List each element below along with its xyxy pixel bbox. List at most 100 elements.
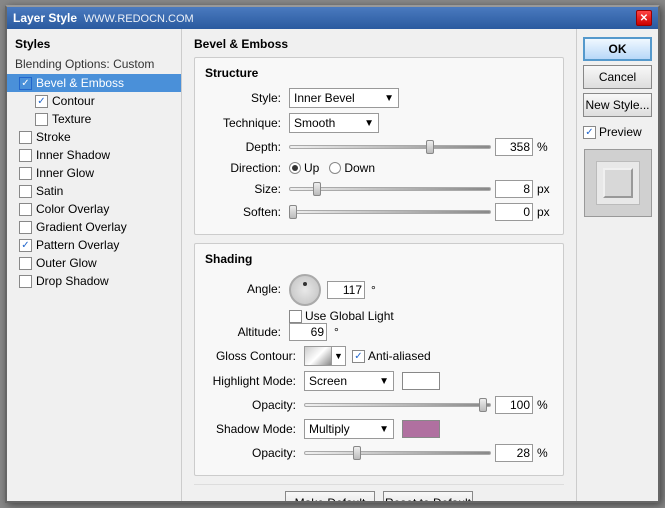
highlight-opacity-slider-container: % [304,396,553,414]
sidebar-item-contour[interactable]: ✓ Contour [7,92,181,110]
highlight-opacity-slider[interactable] [304,397,491,413]
highlight-opacity-thumb[interactable] [479,398,487,412]
soften-input[interactable] [495,203,533,221]
depth-row: Depth: % [205,138,553,156]
sidebar-item-satin[interactable]: Satin [7,182,181,200]
shadow-opacity-thumb[interactable] [353,446,361,460]
soften-row: Soften: px [205,203,553,221]
angle-row: Angle: ° Use Global Light [205,274,553,323]
style-row: Style: Inner Bevel ▼ [205,88,553,108]
sidebar-item-color-overlay[interactable]: Color Overlay [7,200,181,218]
shadow-opacity-label: Opacity: [205,446,300,460]
angle-wheel[interactable] [289,274,321,306]
bevel-emboss-checkbox[interactable]: ✓ [19,77,32,90]
outer-glow-checkbox[interactable] [19,257,32,270]
size-slider[interactable] [289,181,491,197]
shadow-opacity-track [304,451,491,455]
style-dropdown-arrow: ▼ [378,93,394,104]
technique-row: Technique: Smooth ▼ [205,113,553,133]
sidebar-item-gradient-overlay[interactable]: Gradient Overlay [7,218,181,236]
use-global-light-checkbox[interactable] [289,310,302,323]
altitude-unit: ° [334,325,339,339]
preview-inner [596,161,640,205]
stroke-checkbox[interactable] [19,131,32,144]
close-button[interactable]: ✕ [636,10,652,26]
depth-slider-thumb[interactable] [426,140,434,154]
shadow-opacity-row: Opacity: % [205,444,553,462]
sidebar-item-bevel-emboss[interactable]: ✓ Bevel & Emboss [7,74,181,92]
size-label: Size: [205,182,285,196]
gloss-contour-dropdown-arrow[interactable]: ▼ [332,346,346,366]
highlight-mode-row: Highlight Mode: Screen ▼ [205,371,553,391]
direction-down-radio[interactable] [329,162,341,174]
direction-up-radio[interactable] [289,162,301,174]
sidebar-item-outer-glow[interactable]: Outer Glow [7,254,181,272]
drop-shadow-checkbox[interactable] [19,275,32,288]
gradient-overlay-checkbox[interactable] [19,221,32,234]
contour-checkbox[interactable]: ✓ [35,95,48,108]
sidebar-item-texture[interactable]: Texture [7,110,181,128]
structure-title: Structure [205,66,553,80]
texture-checkbox[interactable] [35,113,48,126]
inner-shadow-checkbox[interactable] [19,149,32,162]
drop-shadow-label: Drop Shadow [36,274,109,288]
size-row: Size: px [205,180,553,198]
right-panel: OK Cancel New Style... ✓ Preview [576,29,658,501]
style-label: Style: [205,91,285,105]
inner-glow-checkbox[interactable] [19,167,32,180]
highlight-mode-arrow: ▼ [373,376,389,387]
anti-aliased-checkbox[interactable]: ✓ [352,350,365,363]
direction-up-label: Up [304,161,319,175]
sidebar-item-inner-glow[interactable]: Inner Glow [7,164,181,182]
shadow-mode-arrow: ▼ [373,424,389,435]
depth-slider[interactable] [289,139,491,155]
shadow-color-swatch[interactable] [402,420,440,438]
ok-button[interactable]: OK [583,37,652,61]
left-panel: Styles Blending Options: Custom ✓ Bevel … [7,29,182,501]
angle-dot [303,282,307,286]
shadow-mode-dropdown[interactable]: Multiply ▼ [304,419,394,439]
anti-aliased-label: Anti-aliased [368,349,431,363]
depth-unit: % [537,140,553,154]
technique-dropdown-arrow: ▼ [358,118,374,129]
direction-down-item[interactable]: Down [329,161,375,175]
pattern-overlay-checkbox[interactable]: ✓ [19,239,32,252]
reset-to-default-button[interactable]: Reset to Default [383,491,473,501]
highlight-opacity-input[interactable] [495,396,533,414]
angle-input[interactable] [327,281,365,299]
altitude-input[interactable] [289,323,327,341]
new-style-button[interactable]: New Style... [583,93,652,117]
size-input[interactable] [495,180,533,198]
layer-style-dialog: Layer Style WWW.REDOCN.COM ✕ Styles Blen… [5,5,660,503]
highlight-mode-label: Highlight Mode: [205,374,300,388]
soften-slider-thumb[interactable] [289,205,297,219]
depth-input[interactable] [495,138,533,156]
sidebar-item-stroke[interactable]: Stroke [7,128,181,146]
color-overlay-checkbox[interactable] [19,203,32,216]
preview-checkbox[interactable]: ✓ [583,126,596,139]
middle-panel: Bevel & Emboss Structure Style: Inner Be… [182,29,576,501]
shadow-opacity-input[interactable] [495,444,533,462]
satin-checkbox[interactable] [19,185,32,198]
shadow-opacity-slider[interactable] [304,445,491,461]
use-global-light-check[interactable]: Use Global Light [289,309,394,323]
anti-aliased-check[interactable]: ✓ Anti-aliased [352,349,431,363]
outer-glow-label: Outer Glow [36,256,97,270]
sidebar-item-inner-shadow[interactable]: Inner Shadow [7,146,181,164]
highlight-color-swatch[interactable] [402,372,440,390]
size-slider-thumb[interactable] [313,182,321,196]
soften-slider[interactable] [289,204,491,220]
highlight-mode-dropdown[interactable]: Screen ▼ [304,371,394,391]
sidebar-item-pattern-overlay[interactable]: ✓ Pattern Overlay [7,236,181,254]
style-dropdown[interactable]: Inner Bevel ▼ [289,88,399,108]
gloss-contour-preview[interactable] [304,346,332,366]
direction-up-item[interactable]: Up [289,161,319,175]
gloss-contour-label: Gloss Contour: [205,349,300,363]
sidebar-item-drop-shadow[interactable]: Drop Shadow [7,272,181,290]
make-default-button[interactable]: Make Default [285,491,375,501]
cancel-button[interactable]: Cancel [583,65,652,89]
technique-dropdown[interactable]: Smooth ▼ [289,113,379,133]
preview-box [584,149,652,217]
window-title: Layer Style WWW.REDOCN.COM [13,11,194,25]
size-unit: px [537,182,553,196]
